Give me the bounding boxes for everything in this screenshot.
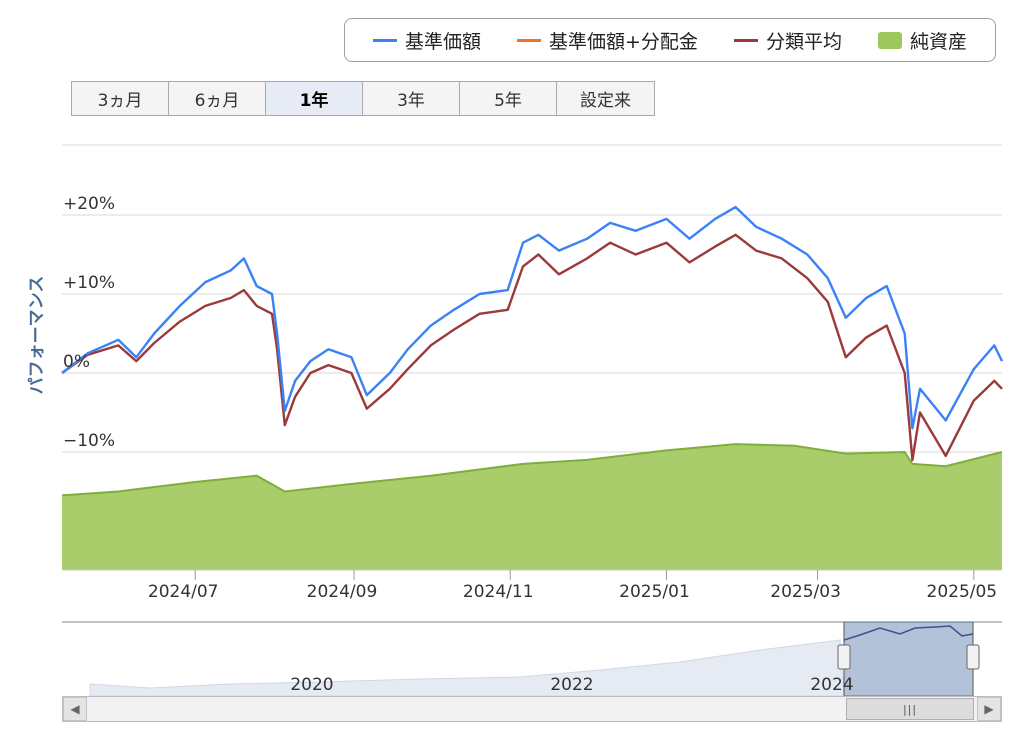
navigator-history-area xyxy=(89,639,845,697)
range-button[interactable]: 設定来 xyxy=(557,82,654,115)
navigator-tick-label: 2022 xyxy=(550,675,593,695)
legend-item[interactable]: 純資産 xyxy=(877,27,967,54)
navigator-handle xyxy=(966,644,980,670)
y-tick-label: −10% xyxy=(63,431,115,451)
range-button[interactable]: 6ヵ月 xyxy=(169,82,266,115)
navigator-tick-label: 2024 xyxy=(810,675,853,695)
legend: 基準価額 基準価額+分配金 分類平均 純資産 xyxy=(344,18,996,62)
navigator-tick-label: 2020 xyxy=(290,675,333,695)
legend-item[interactable]: 分類平均 xyxy=(733,27,842,54)
navigator-scrollbar[interactable]: ◀ ||| ▶ xyxy=(62,696,1002,722)
x-tick-label: 2024/09 xyxy=(307,582,378,602)
x-tick-label: 2025/03 xyxy=(770,582,841,602)
range-button[interactable]: 5年 xyxy=(460,82,557,115)
legend-item[interactable]: 基準価額 xyxy=(373,27,481,54)
x-tick-label: 2024/07 xyxy=(148,582,219,602)
legend-swatch xyxy=(877,31,902,49)
range-button[interactable]: 1年 xyxy=(266,82,363,115)
scroll-right-arrow[interactable]: ▶ xyxy=(977,697,1001,721)
legend-swatch xyxy=(733,38,758,42)
x-tick-label: 2024/11 xyxy=(463,582,534,602)
legend-label: 分類平均 xyxy=(765,30,842,53)
range-button[interactable]: 3ヵ月 xyxy=(72,82,169,115)
legend-label: 純資産 xyxy=(909,30,967,53)
legend-item[interactable]: 基準価額+分配金 xyxy=(517,27,698,54)
y-axis-label: パフォーマンス xyxy=(27,276,47,395)
legend-swatch xyxy=(517,38,542,42)
range-button[interactable]: 3年 xyxy=(363,82,460,115)
navigator[interactable]: 2020 2022 2024 xyxy=(62,621,1002,697)
series-line xyxy=(61,233,1003,462)
range-selector: 3ヵ月 6ヵ月 1年 3年 5年 設定来 xyxy=(71,81,655,116)
legend-label: 基準価額+分配金 xyxy=(549,30,698,53)
scroll-left-arrow[interactable]: ◀ xyxy=(63,697,87,721)
legend-label: 基準価額 xyxy=(405,30,482,53)
series-lines xyxy=(61,205,1004,462)
series-line xyxy=(61,205,1004,430)
grid-lines xyxy=(62,144,1002,453)
y-tick-label: 0% xyxy=(63,352,90,372)
y-tick-label: +10% xyxy=(63,273,115,293)
scroll-thumb[interactable]: ||| xyxy=(846,698,974,720)
net-assets-area xyxy=(61,443,1003,570)
legend-swatch xyxy=(373,38,397,42)
x-tick-label: 2025/05 xyxy=(927,582,998,602)
navigator-handle xyxy=(837,644,851,670)
y-tick-label: +20% xyxy=(63,194,115,214)
x-tick-label: 2025/01 xyxy=(619,582,690,602)
